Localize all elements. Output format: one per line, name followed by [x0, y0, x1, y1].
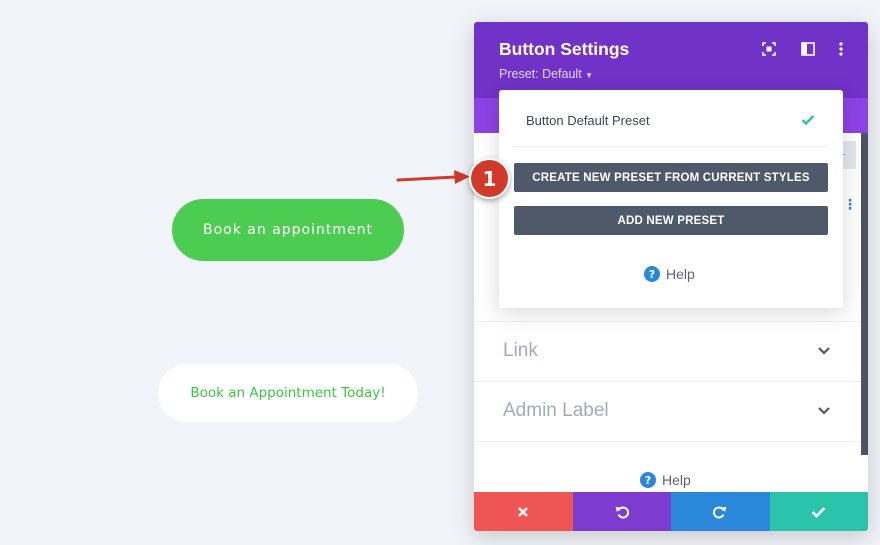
section-link[interactable]: Link	[474, 321, 861, 381]
chevron-down-icon	[818, 347, 830, 355]
help-icon: ?	[640, 472, 656, 488]
book-appointment-button[interactable]: Book an appointment	[172, 199, 404, 261]
save-button[interactable]	[769, 492, 868, 531]
check-icon	[811, 506, 826, 518]
caret-down-icon: ▼	[585, 71, 594, 80]
undo-icon	[615, 506, 629, 518]
book-appointment-today-label: Book an Appointment Today!	[190, 385, 386, 401]
default-preset-option[interactable]: Button Default Preset	[526, 113, 650, 128]
expand-icon[interactable]	[761, 41, 777, 57]
redo-button[interactable]	[671, 492, 770, 531]
step-badge: 1	[469, 158, 510, 199]
panel-header: Button Settings Preset: Default ▼	[474, 22, 868, 98]
close-icon	[518, 506, 529, 517]
add-new-preset-button[interactable]: ADD NEW PRESET	[514, 206, 828, 235]
dropdown-divider	[514, 146, 828, 147]
help-icon: ?	[644, 266, 660, 282]
section-title: Link	[503, 340, 538, 361]
sidebar-layout-icon[interactable]	[800, 41, 816, 57]
redo-icon	[713, 506, 727, 518]
preset-dropdown: Button Default Preset CREATE NEW PRESET …	[499, 90, 843, 308]
chevron-down-icon	[818, 407, 830, 415]
book-appointment-label: Book an appointment	[203, 222, 373, 238]
preset-selector-label: Preset: Default	[499, 67, 582, 81]
check-icon	[801, 115, 815, 126]
more-vertical-icon[interactable]	[833, 41, 849, 57]
discard-button[interactable]	[474, 492, 573, 531]
panel-scrollbar[interactable]	[861, 133, 868, 455]
dropdown-help-link[interactable]: ? Help	[644, 266, 695, 282]
panel-footer	[474, 492, 868, 531]
help-label: Help	[666, 266, 695, 282]
section-admin-label[interactable]: Admin Label	[474, 381, 861, 441]
annotation-arrow	[396, 170, 470, 184]
section-title: Admin Label	[503, 400, 609, 421]
undo-button[interactable]	[572, 492, 671, 531]
more-vertical-icon[interactable]: ⋮	[843, 198, 857, 212]
panel-help-link[interactable]: ? Help	[640, 472, 691, 488]
book-appointment-today-button[interactable]: Book an Appointment Today!	[158, 364, 418, 422]
preset-selector[interactable]: Preset: Default ▼	[499, 67, 593, 81]
create-preset-from-current-button[interactable]: CREATE NEW PRESET FROM CURRENT STYLES	[514, 163, 828, 192]
help-label: Help	[662, 472, 691, 488]
panel-title: Button Settings	[499, 39, 630, 59]
